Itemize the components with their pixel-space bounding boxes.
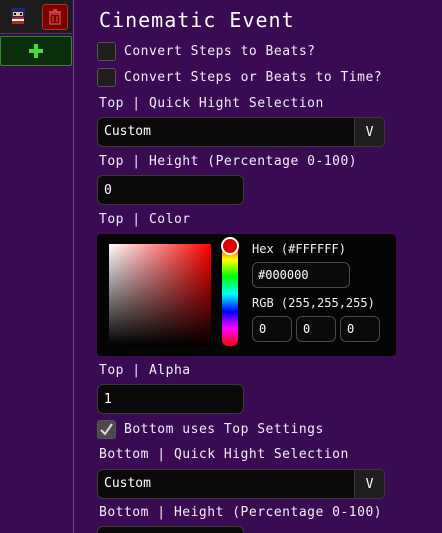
convert-to-time-row[interactable]: Convert Steps or Beats to Time? [97, 68, 382, 87]
hue-slider-handle[interactable] [221, 237, 239, 255]
panel-title: Cinematic Event [99, 8, 295, 32]
top-quick-height-value: Custom [104, 124, 151, 139]
dropdown-arrow-icon[interactable]: V [354, 470, 384, 498]
convert-steps-to-beats-label: Convert Steps to Beats? [124, 44, 316, 59]
event-thumbnail[interactable] [0, 0, 72, 34]
add-event-button[interactable] [0, 36, 72, 66]
top-color-label: Top | Color [99, 212, 191, 227]
bottom-height-label: Bottom | Height (Percentage 0-100) [99, 505, 383, 520]
convert-steps-to-beats-row[interactable]: Convert Steps to Beats? [97, 42, 316, 61]
top-alpha-input[interactable] [97, 384, 244, 414]
delete-event-button[interactable] [42, 4, 68, 30]
top-height-label: Top | Height (Percentage 0-100) [99, 154, 358, 169]
saturation-value-area[interactable] [109, 244, 211, 346]
convert-to-time-label: Convert Steps or Beats to Time? [124, 70, 383, 85]
hex-label: Hex (#FFFFFF) [252, 242, 346, 256]
bottom-quick-height-value: Custom [104, 476, 151, 491]
top-alpha-label: Top | Alpha [99, 363, 191, 378]
convert-steps-to-beats-checkbox[interactable] [97, 42, 116, 61]
green-input[interactable] [296, 316, 336, 342]
hue-slider[interactable] [222, 242, 238, 346]
plus-icon [29, 44, 43, 58]
top-color-picker: Hex (#FFFFFF) RGB (255,255,255) [97, 234, 396, 356]
bottom-uses-top-row[interactable]: Bottom uses Top Settings [97, 420, 324, 439]
character-icon [11, 8, 25, 24]
top-quick-height-select[interactable]: Custom V [97, 117, 385, 147]
hex-input[interactable] [252, 262, 350, 288]
event-sidebar [0, 0, 74, 533]
trash-icon [49, 9, 61, 25]
red-input[interactable] [252, 316, 292, 342]
convert-to-time-checkbox[interactable] [97, 68, 116, 87]
bottom-height-input[interactable] [97, 526, 244, 533]
blue-input[interactable] [340, 316, 380, 342]
bottom-quick-height-select[interactable]: Custom V [97, 469, 385, 499]
top-height-input[interactable] [97, 175, 244, 205]
bottom-uses-top-checkbox[interactable] [97, 420, 116, 439]
bottom-uses-top-label: Bottom uses Top Settings [124, 422, 324, 437]
top-quick-height-label: Top | Quick Hight Selection [99, 96, 324, 111]
bottom-quick-height-label: Bottom | Quick Hight Selection [99, 447, 349, 462]
dropdown-arrow-icon[interactable]: V [354, 118, 384, 146]
rgb-label: RGB (255,255,255) [252, 296, 375, 310]
checkmark-icon [100, 423, 113, 436]
